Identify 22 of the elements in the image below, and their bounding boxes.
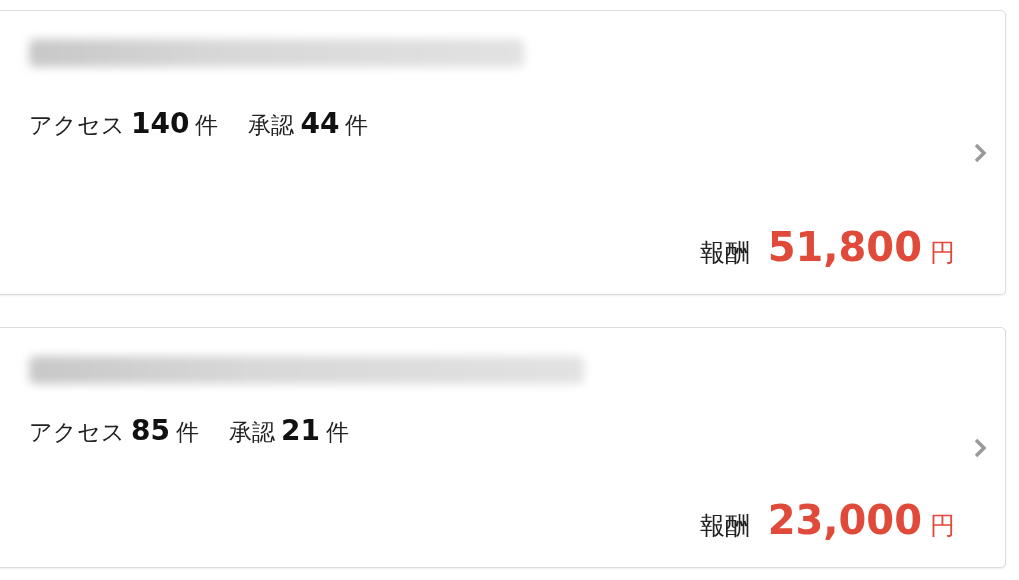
access-unit: 件 <box>195 111 219 140</box>
access-label: アクセス <box>29 418 125 447</box>
approved-unit: 件 <box>325 418 349 447</box>
approved-count: 44 <box>300 107 340 140</box>
approved-unit: 件 <box>345 111 369 140</box>
approved-label: 承認 <box>228 418 275 447</box>
access-label: アクセス <box>29 111 125 140</box>
reward-label: 報酬 <box>699 237 750 269</box>
chevron-right-icon <box>973 436 987 459</box>
approved-count: 21 <box>280 414 320 447</box>
chevron-right-icon <box>973 141 987 164</box>
campaign-card[interactable]: アクセス 140 件 承認 44 件 報酬 51,800 円 <box>0 10 1006 295</box>
reward-amount: 51,800 <box>767 224 922 270</box>
reward-label: 報酬 <box>699 510 750 542</box>
access-unit: 件 <box>175 418 199 447</box>
reward-unit: 円 <box>930 510 955 542</box>
reward-amount: 23,000 <box>767 497 922 543</box>
reward-unit: 円 <box>930 237 955 269</box>
approved-label: 承認 <box>248 111 295 140</box>
access-count: 140 <box>131 107 190 140</box>
access-count: 85 <box>131 414 170 447</box>
campaign-card[interactable]: アクセス 85 件 承認 21 件 報酬 23,000 円 <box>0 327 1006 568</box>
